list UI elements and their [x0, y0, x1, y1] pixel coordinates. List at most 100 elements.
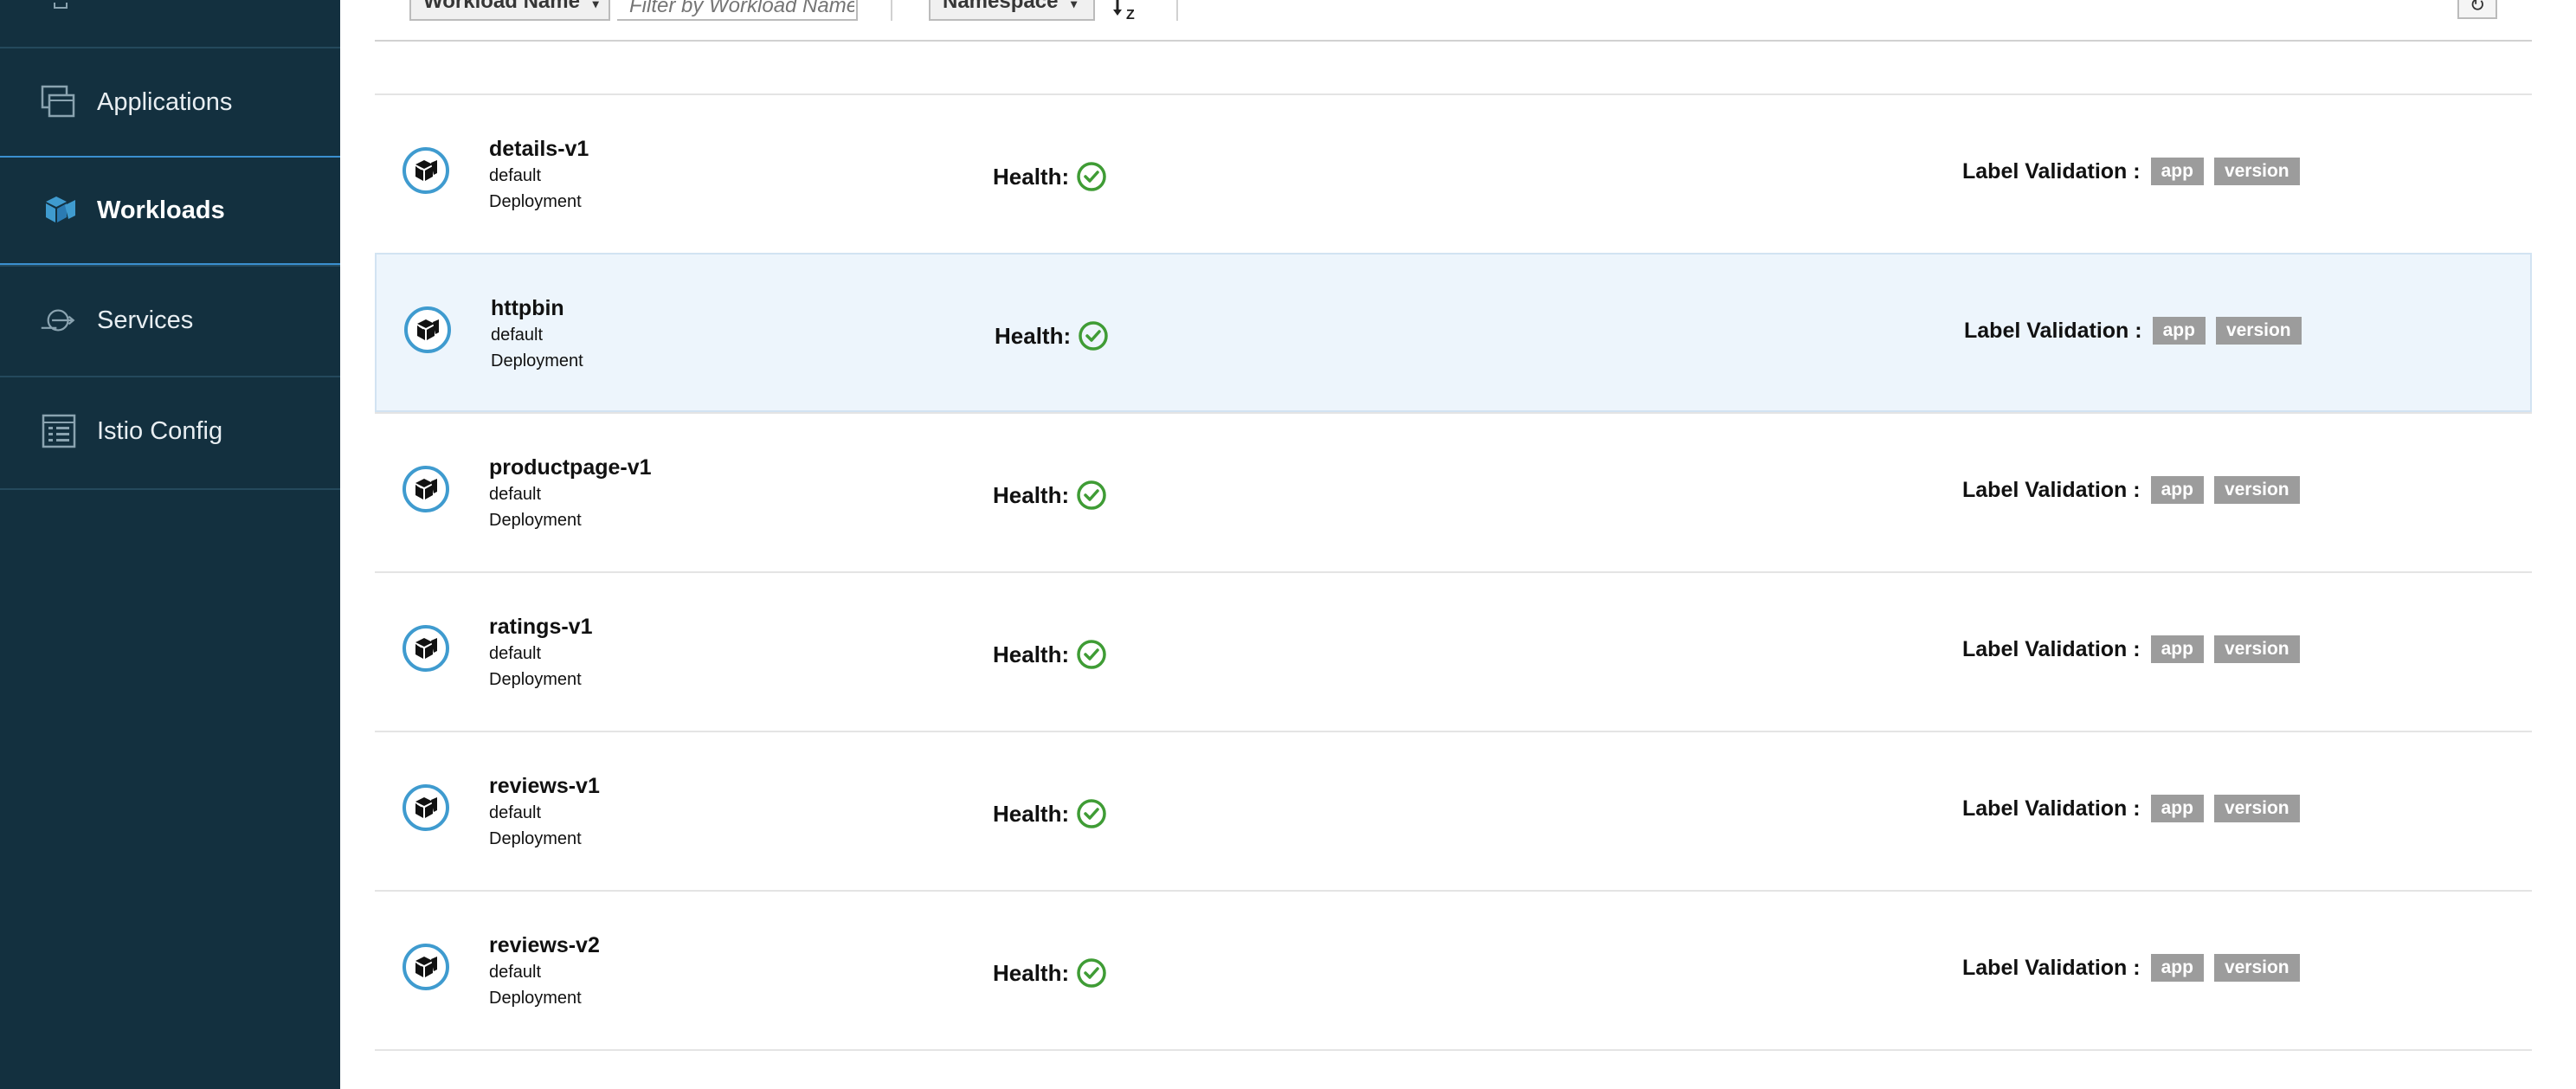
label-validation-title: Label Validation : — [1962, 955, 2141, 980]
workload-icon — [402, 147, 449, 194]
sidebar-divider — [0, 488, 340, 490]
top-nav-icon-stub — [48, 0, 74, 9]
list-item[interactable]: reviews-v1 default Deployment Health: Label … — [375, 731, 2532, 890]
label-badge-version: version — [2215, 317, 2302, 345]
label-validation: Label Validation : app version — [1962, 954, 2300, 982]
svg-text:Z: Z — [1126, 8, 1135, 21]
workload-icon — [402, 625, 449, 672]
workload-type: Deployment — [491, 351, 583, 371]
health-indicator: Health: — [993, 639, 1107, 670]
health-label: Health: — [993, 163, 1070, 190]
health-ok-icon[interactable] — [1078, 320, 1109, 351]
label-badge-app: app — [2150, 476, 2204, 504]
health-indicator: Health: — [995, 320, 1109, 351]
sort-alpha-asc-icon[interactable]: Z — [1112, 0, 1142, 27]
workload-namespace: default — [489, 644, 542, 663]
health-label: Health: — [993, 959, 1070, 986]
workload-type: Deployment — [489, 511, 582, 530]
label-badge-app: app — [2152, 317, 2206, 345]
workload-name[interactable]: reviews-v1 — [489, 774, 600, 799]
label-badge-version: version — [2213, 476, 2300, 504]
health-label: Health: — [993, 481, 1070, 508]
health-indicator: Health: — [993, 161, 1107, 192]
label-badge-app: app — [2150, 795, 2204, 822]
sidebar-item-istio-config[interactable]: Istio Config — [0, 376, 340, 485]
filter-input[interactable] — [617, 0, 858, 21]
health-ok-icon[interactable] — [1076, 639, 1107, 670]
health-indicator: Health: — [993, 798, 1107, 829]
caret-down-icon: ▾ — [1071, 0, 1078, 10]
sort-field-select[interactable]: Namespace ▾ — [929, 0, 1095, 21]
label-badge-app: app — [2150, 954, 2204, 982]
health-ok-icon[interactable] — [1076, 798, 1107, 829]
list-item[interactable]: ratings-v1 default Deployment Health: Label … — [375, 571, 2532, 731]
workload-namespace: default — [489, 166, 542, 185]
health-ok-icon[interactable] — [1076, 480, 1107, 511]
refresh-icon: ↻ — [2469, 0, 2486, 16]
workload-namespace: default — [489, 803, 542, 822]
label-badge-version: version — [2213, 795, 2300, 822]
applications-icon — [40, 83, 78, 121]
label-validation-title: Label Validation : — [1962, 636, 2141, 661]
label-badge-app: app — [2150, 158, 2204, 185]
list-item[interactable]: httpbin default Deployment Health: Label Val… — [375, 253, 2532, 412]
sort-field-label: Namespace — [943, 0, 1059, 13]
list-item[interactable]: productpage-v1 default Deployment Health: La… — [375, 412, 2532, 571]
workload-icon — [402, 784, 449, 831]
workloads-icon — [40, 191, 78, 229]
health-indicator: Health: — [993, 480, 1107, 511]
label-validation-title: Label Validation : — [1962, 796, 2141, 821]
label-validation: Label Validation : app version — [1962, 795, 2300, 822]
health-ok-icon[interactable] — [1076, 161, 1107, 192]
health-label: Health: — [993, 641, 1070, 667]
workload-name[interactable]: productpage-v1 — [489, 455, 652, 480]
label-validation: Label Validation : app version — [1962, 476, 2300, 504]
workload-name[interactable]: details-v1 — [489, 137, 589, 162]
workload-name[interactable]: httpbin — [491, 296, 564, 321]
toolbar-divider — [891, 0, 892, 21]
label-badge-version: version — [2213, 954, 2300, 982]
label-validation-title: Label Validation : — [1962, 158, 2141, 184]
workload-name[interactable]: ratings-v1 — [489, 615, 592, 640]
health-label: Health: — [995, 322, 1072, 349]
sidebar-item-label: Workloads — [97, 196, 225, 224]
toolbar-divider — [1176, 0, 1178, 21]
sidebar-item-label: Istio Config — [97, 416, 223, 445]
list-item[interactable]: reviews-v2 default Deployment Health: Label … — [375, 890, 2532, 1051]
sidebar-item-services[interactable]: Services — [0, 265, 340, 374]
refresh-button[interactable]: ↻ — [2457, 0, 2497, 19]
label-validation-title: Label Validation : — [1964, 318, 2142, 343]
label-validation: Label Validation : app version — [1962, 158, 2300, 185]
workload-list: details-v1 default Deployment Health: Label … — [375, 93, 2532, 1051]
workload-icon — [402, 466, 449, 512]
workload-name[interactable]: reviews-v2 — [489, 933, 600, 958]
caret-down-icon: ▾ — [592, 0, 599, 10]
filter-type-select[interactable]: Workload Name ▾ — [409, 0, 610, 21]
filter-type-label: Workload Name — [423, 0, 580, 13]
label-badge-app: app — [2150, 635, 2204, 663]
istio-config-icon — [40, 412, 78, 450]
workload-icon — [402, 944, 449, 990]
filter-toolbar: Workload Name ▾ Namespace ▾ Z ↻ — [375, 0, 2532, 42]
workload-namespace: default — [491, 325, 544, 345]
list-item[interactable]: details-v1 default Deployment Health: Label … — [375, 93, 2532, 253]
workload-type: Deployment — [489, 829, 582, 848]
workload-type: Deployment — [489, 989, 582, 1008]
health-label: Health: — [993, 800, 1070, 827]
sidebar-item-workloads[interactable]: Workloads — [0, 156, 340, 265]
sidebar-item-label: Applications — [97, 87, 233, 116]
label-badge-version: version — [2213, 635, 2300, 663]
workload-namespace: default — [489, 963, 542, 982]
health-ok-icon[interactable] — [1076, 957, 1107, 989]
workload-namespace: default — [489, 485, 542, 504]
sidebar-item-applications[interactable]: Applications — [0, 47, 340, 156]
label-validation: Label Validation : app version — [1964, 317, 2302, 345]
services-icon — [40, 301, 78, 339]
workload-type: Deployment — [489, 670, 582, 689]
label-badge-version: version — [2213, 158, 2300, 185]
sidebar-item-label: Services — [97, 306, 194, 334]
workload-type: Deployment — [489, 192, 582, 211]
sidebar-nav: Applications Workloads Services Istio Co… — [0, 0, 340, 1089]
label-validation-title: Label Validation : — [1962, 477, 2141, 502]
workload-icon — [404, 306, 451, 353]
